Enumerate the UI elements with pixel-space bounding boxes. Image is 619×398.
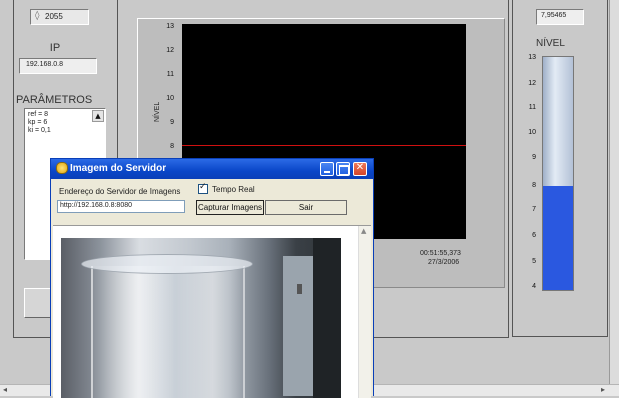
level-value-display: 7,95465 <box>536 9 584 25</box>
window-right-edge <box>609 0 619 396</box>
exit-button[interactable]: Sair <box>265 200 347 215</box>
level-tick-label: 6 <box>532 232 536 239</box>
server-address-input[interactable]: http://192.168.0.8:8080 <box>57 200 185 213</box>
level-value: 7,95465 <box>541 12 567 19</box>
tank-cylinder <box>91 266 245 398</box>
level-trace-line <box>182 145 466 146</box>
minimize-button[interactable] <box>320 162 334 176</box>
y-tick-label: 13 <box>166 23 174 30</box>
minimize-icon <box>324 171 330 173</box>
level-tick-label: 7 <box>532 206 536 213</box>
timestamp-date: 27/3/2006 <box>428 259 460 266</box>
image-server-dialog: Imagem do Servidor ✕ Endereço do Servido… <box>50 158 374 398</box>
maximize-button[interactable] <box>336 162 350 176</box>
level-tick-label: 12 <box>528 80 536 87</box>
params-line: ref = 8 <box>28 111 49 118</box>
ip-value: 192.168.0.8 <box>26 61 63 68</box>
realtime-label: Tempo Real <box>212 185 255 194</box>
vertical-scrollbar[interactable]: ▲ <box>358 226 371 398</box>
level-tick-label: 9 <box>532 154 536 161</box>
port-value: 2055 <box>45 12 63 21</box>
level-tick-label: 5 <box>532 258 536 265</box>
server-address-value: http://192.168.0.8:8080 <box>60 202 133 209</box>
params-line: kp = 6 <box>28 119 48 126</box>
level-label: NÍVEL <box>536 38 565 49</box>
server-camera-image <box>61 238 341 398</box>
ip-field[interactable]: 192.168.0.8 <box>19 58 97 74</box>
scroll-up-icon[interactable]: ▲ <box>361 227 366 235</box>
port-stepper-icon[interactable]: ◊ <box>35 11 39 21</box>
scroll-right-icon[interactable]: ▸ <box>601 385 605 394</box>
level-tank <box>542 56 574 291</box>
maximize-icon <box>339 165 349 175</box>
dark-corner <box>313 238 341 398</box>
dialog-title-bar[interactable]: Imagem do Servidor ✕ <box>51 159 373 179</box>
y-tick-label: 9 <box>170 119 174 126</box>
y-tick-label: 10 <box>166 95 174 102</box>
image-viewport: ▲ <box>53 225 371 398</box>
level-fill <box>543 186 573 290</box>
level-meter-panel: 7,95465 NÍVEL 13 12 11 10 9 8 7 6 5 4 <box>512 0 608 340</box>
y-tick-label: 8 <box>170 143 174 150</box>
close-icon: ✕ <box>355 162 365 173</box>
timestamp-time: 00:51:55,373 <box>420 250 461 257</box>
port-field[interactable]: ◊ 2055 <box>30 9 89 25</box>
left-bottom-button[interactable] <box>24 288 52 318</box>
app-icon <box>56 162 68 174</box>
level-tick-label: 13 <box>528 54 536 61</box>
close-button[interactable]: ✕ <box>353 162 367 176</box>
realtime-checkbox[interactable]: ✓ <box>198 182 208 194</box>
scroll-left-icon[interactable]: ◂ <box>3 385 7 394</box>
wall-outlet <box>297 284 302 294</box>
y-tick-label: 12 <box>166 47 174 54</box>
params-line: ki = 0,1 <box>28 127 51 134</box>
level-tick-label: 10 <box>528 129 536 136</box>
wall-panel <box>283 256 313 396</box>
capture-images-button[interactable]: Capturar Imagens <box>196 200 264 215</box>
level-tick-label: 8 <box>532 182 536 189</box>
checkmark-icon: ✓ <box>199 182 207 192</box>
ip-label: IP <box>49 42 61 54</box>
dialog-title: Imagem do Servidor <box>70 163 167 174</box>
level-tick-label: 4 <box>532 283 536 290</box>
params-label: PARÂMETROS <box>16 94 93 106</box>
y-tick-label: 11 <box>166 71 174 78</box>
server-address-label: Endereço do Servidor de Imagens <box>59 187 181 196</box>
level-tick-label: 11 <box>528 104 536 111</box>
params-scroll-up-button[interactable]: ▲ <box>92 110 104 122</box>
tank-lid <box>81 254 253 274</box>
